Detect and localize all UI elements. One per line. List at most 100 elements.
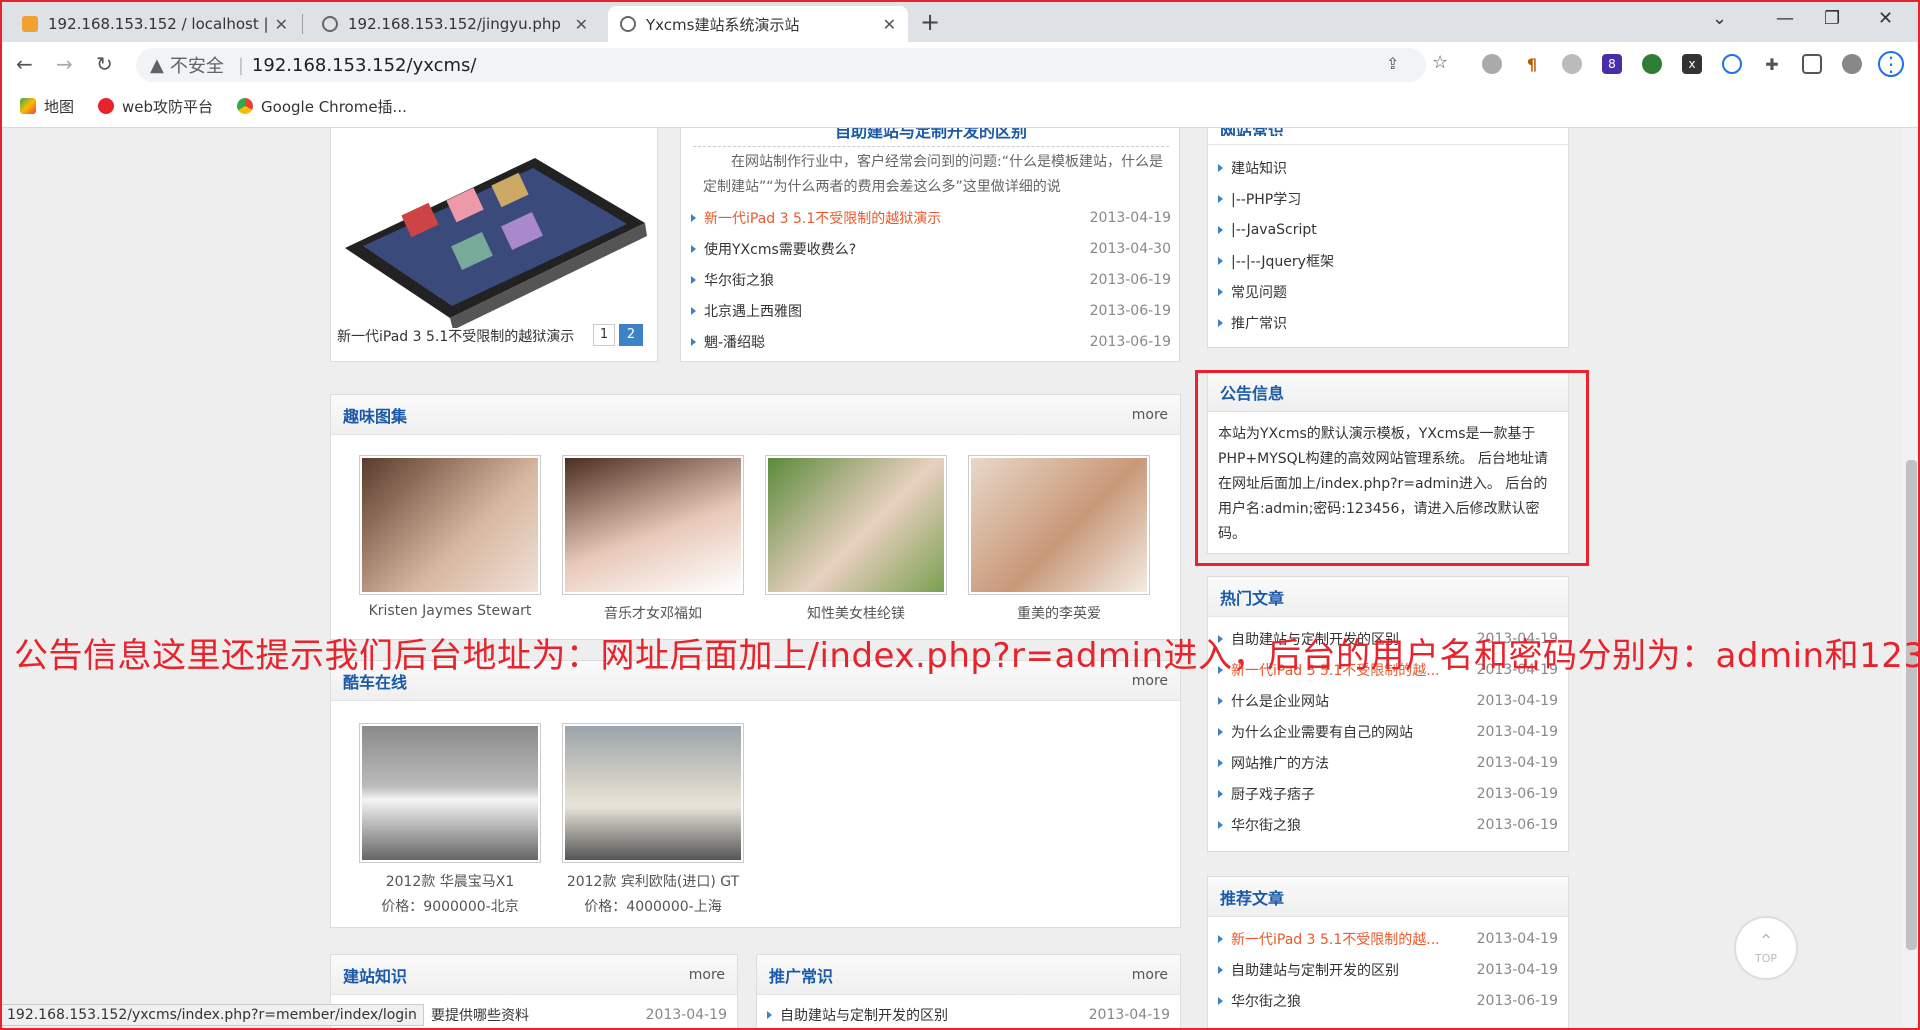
side-panel-icon[interactable] xyxy=(1802,54,1822,74)
bookmark-chrome-plugins[interactable]: Google Chrome插... xyxy=(237,96,407,117)
bh-icon xyxy=(98,98,115,114)
list-item[interactable]: 自助建站与定制开发的区别 2013-04-19 xyxy=(1208,954,1568,985)
photo-caption[interactable]: Kristen Jaymes Stewart xyxy=(350,603,550,619)
list-item[interactable]: 建站知识 xyxy=(1208,152,1568,183)
list-item[interactable]: 新一代iPad 3 5.1不受限制的越... 2013-04-19 xyxy=(1208,923,1568,954)
back-to-top-button[interactable]: ⌃ TOP xyxy=(1734,916,1798,980)
article-list: 新一代iPad 3 5.1不受限制的越狱演示 2013-04-19 使用YXcms… xyxy=(681,202,1181,357)
list-item[interactable]: 厨子戏子痞子 2013-06-19 xyxy=(1208,778,1568,809)
photo-thumbnail[interactable] xyxy=(359,455,541,595)
more-link[interactable]: more xyxy=(1132,407,1168,423)
ipad-image[interactable] xyxy=(335,138,655,328)
tab-search-icon[interactable]: ⌄ xyxy=(1712,8,1727,29)
article-heading[interactable]: 自助建站与定制开发的区别 xyxy=(681,128,1181,142)
category-list: 建站知识 |--PHP学习 |--JavaScript |--|--Jquery… xyxy=(1208,152,1568,338)
scrollbar-thumb[interactable] xyxy=(1906,460,1917,950)
list-item[interactable]: 华尔街之狼 2013-06-19 xyxy=(1208,985,1568,1016)
recommended-panel: 推荐文章 新一代iPad 3 5.1不受限制的越... 2013-04-19 自助… xyxy=(1207,876,1569,1030)
list-item[interactable]: 华尔街之狼 2013-06-19 xyxy=(681,264,1181,295)
photo-caption[interactable]: 重美的李英爱 xyxy=(959,603,1159,623)
list-item[interactable]: 使用YXcms需要收费么? 2013-04-30 xyxy=(681,233,1181,264)
photo-thumbnail[interactable] xyxy=(968,455,1150,595)
extension-paragraph-icon[interactable]: ¶ xyxy=(1522,54,1542,74)
list-item[interactable]: 常见问题 xyxy=(1208,276,1568,307)
tab-phpmyadmin[interactable]: 192.168.153.152 / localhost | p ✕ xyxy=(10,6,300,42)
panel-title: 热门文章 xyxy=(1220,588,1285,608)
profile-avatar[interactable] xyxy=(1842,54,1862,74)
list-item[interactable]: 为什么企业需要有自己的网站 2013-04-19 xyxy=(1208,716,1568,747)
extensions-puzzle-icon[interactable]: ✚ xyxy=(1762,54,1782,74)
minimize-button[interactable]: — xyxy=(1776,8,1794,29)
reload-button[interactable]: ↻ xyxy=(96,52,113,76)
list-item[interactable]: 华尔街之狼 2013-06-19 xyxy=(1208,809,1568,840)
list-item[interactable]: 魍-潘绍聪 2013-06-19 xyxy=(681,326,1181,357)
extension-x-icon[interactable]: x xyxy=(1682,54,1702,74)
menu-icon[interactable]: ⋮ xyxy=(1878,51,1904,77)
tab-jingyu[interactable]: 192.168.153.152/jingyu.php ✕ xyxy=(310,6,600,42)
address-bar[interactable]: ▲ 不安全 | 192.168.153.152/yxcms/ xyxy=(136,48,1426,82)
restore-button[interactable]: ❐ xyxy=(1824,8,1840,29)
extension-circle-icon[interactable] xyxy=(1722,54,1742,74)
panel-title: 网站常识 xyxy=(1220,128,1284,136)
highlight-box xyxy=(1195,370,1589,566)
bookmarks-bar: 地图 web攻防平台 Google Chrome插... xyxy=(0,90,1920,122)
map-icon xyxy=(20,98,36,114)
more-link[interactable]: more xyxy=(1132,967,1168,983)
photo-thumbnail[interactable] xyxy=(562,455,744,595)
list-item[interactable]: |--JavaScript xyxy=(1208,214,1568,245)
close-window-button[interactable]: ✕ xyxy=(1878,8,1893,29)
panel-title[interactable]: 趣味图集 xyxy=(343,403,407,427)
list-item[interactable]: 自助建站与定制开发的区别 2013-04-19 xyxy=(757,995,1180,1026)
phpmyadmin-icon xyxy=(22,16,38,32)
slideshow: 新一代iPad 3 5.1不受限制的越狱演示 1 2 xyxy=(330,128,658,362)
car-thumbnail[interactable] xyxy=(562,723,744,863)
site-knowledge-panel: 网站常识 建站知识 |--PHP学习 |--JavaScript |--|--J… xyxy=(1207,128,1569,348)
back-button[interactable]: ← xyxy=(16,52,33,76)
extension-gear-icon[interactable] xyxy=(1562,54,1582,74)
panel-title[interactable]: 建站知识 xyxy=(343,963,407,987)
car-name[interactable]: 2012款 宾利欧陆(进口) GT xyxy=(553,871,753,891)
photo-thumbnail[interactable] xyxy=(765,455,947,595)
toolbar: ← → ↻ ▲ 不安全 | 192.168.153.152/yxcms/ ⇪ ☆ xyxy=(0,42,1920,88)
forward-button[interactable]: → xyxy=(56,52,73,76)
list-item[interactable]: 新一代iPad 3 5.1不受限制的越狱演示 2013-04-19 xyxy=(681,202,1181,233)
bookmark-map[interactable]: 地图 xyxy=(20,96,74,117)
list-item[interactable]: 推广常识 xyxy=(1208,307,1568,338)
slideshow-caption[interactable]: 新一代iPad 3 5.1不受限制的越狱演示 xyxy=(337,326,587,346)
share-icon[interactable]: ⇪ xyxy=(1386,54,1399,73)
web-page: 新一代iPad 3 5.1不受限制的越狱演示 1 2 自助建站与定制开发的区别 … xyxy=(0,128,1920,1030)
car-name[interactable]: 2012款 华晨宝马X1 xyxy=(350,871,550,891)
extension-globe-icon[interactable] xyxy=(1482,54,1502,74)
close-icon[interactable]: ✕ xyxy=(883,15,896,34)
list-item[interactable]: |--|--Jquery框架 xyxy=(1208,245,1568,276)
top-article-panel: 自助建站与定制开发的区别 在网站制作行业中，客户经常会问到的问题:“什么是模板建… xyxy=(680,128,1180,362)
panel-title: 推荐文章 xyxy=(1220,888,1285,908)
list-item[interactable]: 什么是企业网站 2013-04-19 xyxy=(1208,685,1568,716)
url-text: 192.168.153.152/yxcms/ xyxy=(251,54,477,76)
photo-caption[interactable]: 音乐才女邓福如 xyxy=(553,603,753,623)
panel-title[interactable]: 推广常识 xyxy=(769,963,833,987)
photo-caption[interactable]: 知性美女桂纶镁 xyxy=(756,603,956,623)
bookmark-star-icon[interactable]: ☆ xyxy=(1432,52,1448,73)
extension-badge-icon[interactable]: 8 xyxy=(1602,54,1622,74)
fun-gallery-panel: 趣味图集 more Kristen Jaymes Stewart 音乐才女邓福如… xyxy=(330,394,1181,640)
slide-page-2[interactable]: 2 xyxy=(619,324,643,346)
slide-page-1[interactable]: 1 xyxy=(593,324,615,346)
tab-yxcms[interactable]: Yxcms建站系统演示站 ✕ xyxy=(608,6,908,42)
cars-panel: 酷车在线 more 2012款 华晨宝马X1 价格：9000000-北京 201… xyxy=(330,660,1181,928)
new-tab-button[interactable]: + xyxy=(920,8,940,36)
car-price: 价格：9000000-北京 xyxy=(381,899,519,915)
security-label: 不安全 xyxy=(169,56,224,77)
extension-green-icon[interactable] xyxy=(1642,54,1662,74)
list-item[interactable]: 网站推广的方法 2013-04-19 xyxy=(1208,747,1568,778)
bookmark-web-attack[interactable]: web攻防平台 xyxy=(98,96,213,117)
list-item[interactable]: 北京遇上西雅图 2013-06-19 xyxy=(681,295,1181,326)
list-item[interactable]: |--PHP学习 xyxy=(1208,183,1568,214)
close-icon[interactable]: ✕ xyxy=(575,15,588,34)
close-icon[interactable]: ✕ xyxy=(275,15,288,34)
more-link[interactable]: more xyxy=(689,967,725,983)
promo-knowledge-panel: 推广常识 more 自助建站与定制开发的区别 2013-04-19 xyxy=(756,954,1181,1030)
car-thumbnail[interactable] xyxy=(359,723,541,863)
status-bar-url: 192.168.153.152/yxcms/index.php?r=member… xyxy=(0,1004,424,1026)
recommended-list: 新一代iPad 3 5.1不受限制的越... 2013-04-19 自助建站与定制… xyxy=(1208,917,1568,1016)
